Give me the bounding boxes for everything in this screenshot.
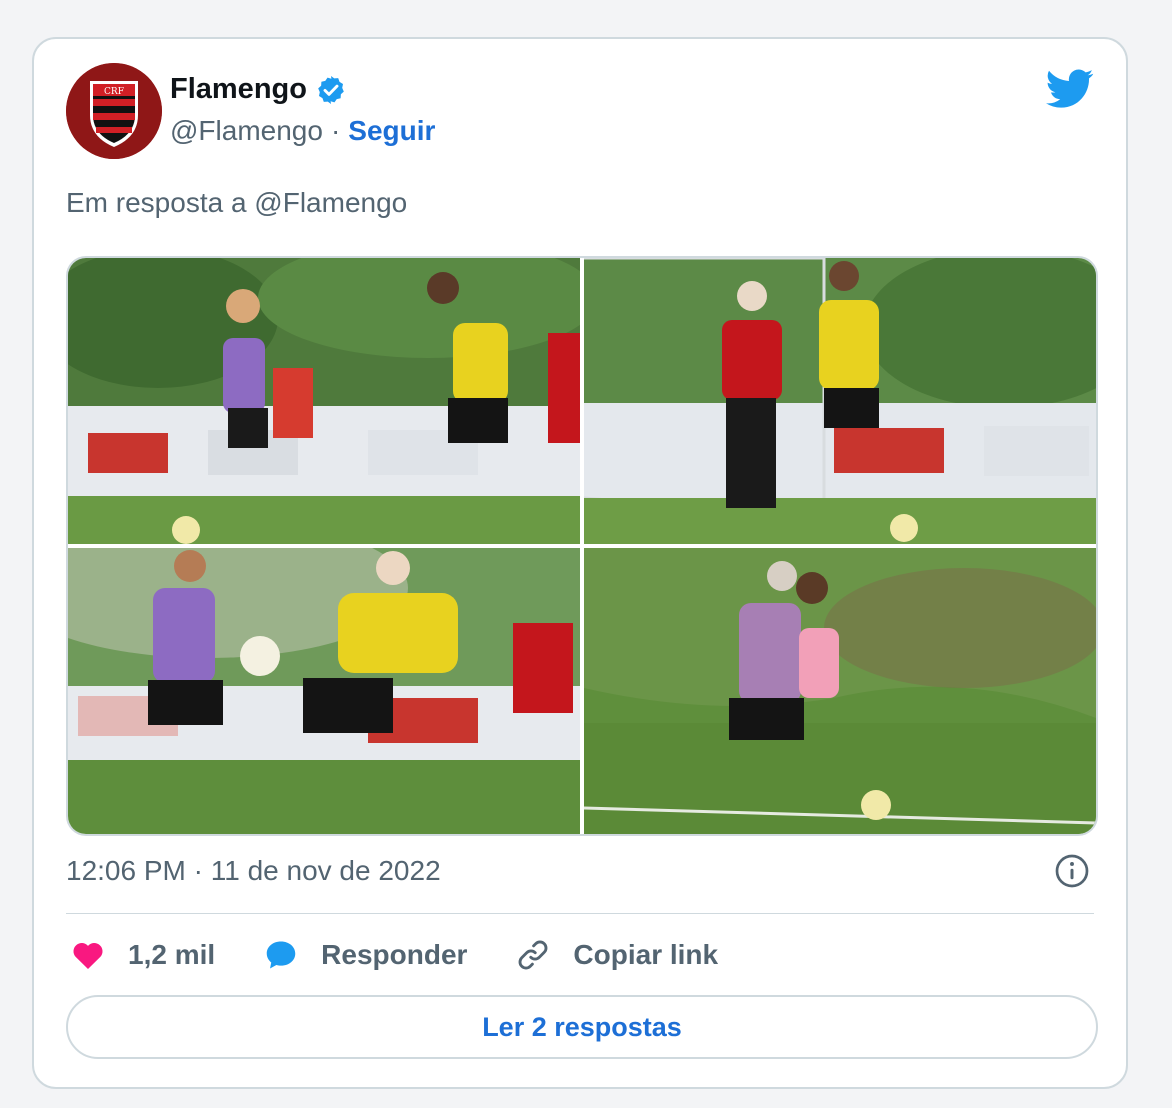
display-name[interactable]: Flamengo — [170, 73, 307, 106]
reply-button[interactable]: Responder — [263, 937, 467, 973]
photo-2[interactable] — [584, 258, 1096, 544]
like-button[interactable]: 1,2 mil — [70, 937, 215, 973]
reply-bubble-icon — [266, 941, 296, 969]
training-photo-3 — [68, 548, 580, 834]
copy-link-label: Copiar link — [573, 939, 719, 970]
read-replies-button[interactable]: Ler 2 respostas — [66, 995, 1098, 1059]
heart-icon — [73, 943, 103, 969]
name-row: Flamengo — [170, 73, 347, 106]
reply-to-text: Em resposta a @Flamengo — [66, 187, 408, 218]
training-photo-4 — [584, 548, 1096, 834]
photo-4[interactable] — [584, 548, 1096, 834]
training-photo-1 — [68, 258, 580, 544]
twitter-bird-icon[interactable] — [1046, 69, 1094, 109]
avatar[interactable]: CRF — [66, 63, 162, 159]
divider — [66, 913, 1094, 914]
training-photo-2 — [584, 258, 1096, 544]
verified-badge-icon — [318, 75, 344, 104]
tweet-card: CRF Flamengo @Flamengo · Seguir Em respo… — [32, 37, 1128, 1089]
svg-text:CRF: CRF — [104, 87, 124, 97]
follow-button[interactable]: Seguir — [348, 115, 435, 147]
action-bar: 1,2 mil Responder Copiar link — [70, 937, 766, 973]
link-icon — [519, 940, 548, 970]
timestamp[interactable]: 12:06 PM · 11 de nov de 2022 — [66, 855, 441, 887]
copy-link-button[interactable]: Copiar link — [515, 937, 718, 973]
likes-count: 1,2 mil — [128, 939, 216, 970]
separator-dot: · — [330, 115, 341, 146]
info-icon[interactable] — [1054, 853, 1090, 889]
reply-label: Responder — [321, 939, 468, 970]
handle[interactable]: @Flamengo — [170, 115, 323, 147]
photo-3[interactable] — [68, 548, 580, 834]
flamengo-crest-icon: CRF — [66, 63, 162, 159]
photo-1[interactable] — [68, 258, 580, 544]
handle-row: @Flamengo · Seguir — [170, 115, 435, 147]
media-grid — [66, 256, 1098, 836]
